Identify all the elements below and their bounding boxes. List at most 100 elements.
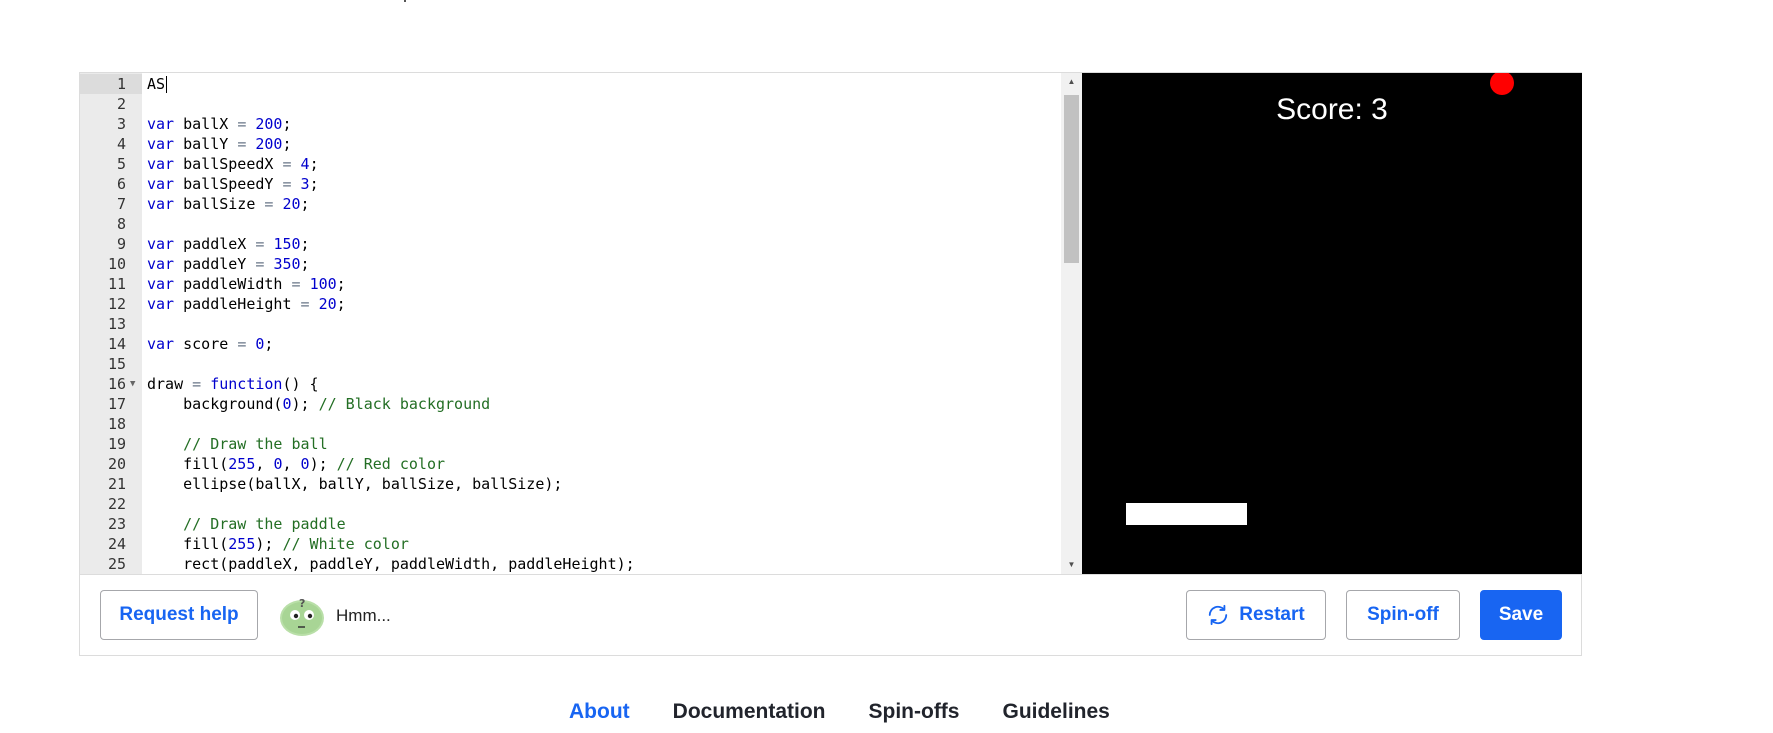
code-token: 0: [282, 395, 292, 413]
tab-documentation[interactable]: Documentation: [673, 697, 826, 727]
code-line[interactable]: 4 var ballY = 200;: [80, 134, 1070, 154]
code-token: 200: [255, 135, 283, 153]
code-line[interactable]: 13: [80, 314, 1070, 334]
line-number: 10: [107, 255, 126, 273]
code-line[interactable]: 18: [80, 414, 1070, 434]
code-token: // Draw the ball: [183, 435, 328, 453]
line-number: 20: [107, 455, 126, 473]
code-token: 350: [273, 255, 301, 273]
code-line[interactable]: 22: [80, 494, 1070, 514]
scroll-down-arrow-icon[interactable]: ▼: [1061, 556, 1082, 574]
code-token: background(: [147, 395, 283, 413]
code-line[interactable]: 5 var ballSpeedX = 4;: [80, 154, 1070, 174]
line-number: 4: [116, 135, 126, 153]
tab-about[interactable]: About: [569, 697, 630, 727]
code-token: =: [237, 135, 247, 153]
line-number: 3: [116, 115, 126, 133]
save-button[interactable]: Save: [1480, 590, 1562, 640]
code-line[interactable]: 7 var ballSize = 20;: [80, 194, 1070, 214]
line-number: 24: [107, 535, 126, 553]
code-token: ballSpeedX: [174, 155, 283, 173]
code-line[interactable]: 24 fill(255); // White color: [80, 534, 1070, 554]
code-line[interactable]: 15: [80, 354, 1070, 374]
code-token: ;: [300, 235, 310, 253]
tab-spin-offs[interactable]: Spin-offs: [869, 697, 960, 727]
code-text: background(0); // Black background: [147, 394, 490, 414]
code-token: 4: [300, 155, 310, 173]
code-text: // Draw the ball: [147, 434, 328, 454]
code-line[interactable]: 1 AS: [80, 74, 1070, 94]
line-number: 16: [107, 375, 126, 393]
code-token: =: [237, 115, 247, 133]
code-line[interactable]: 8: [80, 214, 1070, 234]
code-line[interactable]: 12 var paddleHeight = 20;: [80, 294, 1070, 314]
code-token: ballSpeedY: [174, 175, 283, 193]
line-number: 13: [107, 315, 126, 333]
code-line[interactable]: 3 var ballX = 200;: [80, 114, 1070, 134]
code-text: rect(paddleX, paddleY, paddleWidth, padd…: [147, 554, 635, 574]
code-line[interactable]: 16 ▼ draw = function() {: [80, 374, 1070, 394]
code-text: var ballSize = 20;: [147, 194, 310, 214]
code-token: // Red color: [336, 455, 446, 473]
refresh-icon: [1209, 604, 1228, 626]
code-editor[interactable]: 1 AS 2 3 var ballX = 200; 4 var ballY = 200; 5 v…: [80, 73, 1082, 574]
code-line[interactable]: 23 // Draw the paddle: [80, 514, 1070, 534]
code-text: var paddleWidth = 100;: [147, 274, 346, 294]
code-line[interactable]: 20 fill(255, 0, 0); // Red color: [80, 454, 1070, 474]
code-line[interactable]: 17 background(0); // Black background: [80, 394, 1070, 414]
code-token: var: [147, 155, 175, 173]
scroll-up-arrow-icon[interactable]: ▲: [1061, 73, 1082, 91]
score-text: Score: 3: [1276, 93, 1388, 126]
code-token: AS: [147, 75, 166, 93]
code-token: ;: [336, 275, 346, 293]
code-token: ballSize: [174, 195, 265, 213]
top-fragment: [400, 0, 406, 2]
code-token: 3: [300, 175, 310, 193]
scrollbar-thumb[interactable]: [1064, 95, 1079, 263]
code-token: rect(paddleX, paddleY, paddleWidth, padd…: [147, 555, 635, 573]
request-help-button[interactable]: Request help: [100, 590, 258, 640]
code-token: 20: [282, 195, 301, 213]
status-text: Hmm...: [336, 606, 391, 625]
code-token: var: [147, 235, 175, 253]
editor-scrollbar[interactable]: ▲ ▼: [1061, 73, 1082, 574]
code-line[interactable]: 10 var paddleY = 350;: [80, 254, 1070, 274]
code-line[interactable]: 21 ellipse(ballX, ballY, ballSize, ballS…: [80, 474, 1070, 494]
fold-arrow-icon[interactable]: ▼: [130, 374, 135, 394]
code-token: ;: [264, 335, 274, 353]
code-line[interactable]: 25 rect(paddleX, paddleY, paddleWidth, p…: [80, 554, 1070, 574]
code-line[interactable]: 11 var paddleWidth = 100;: [80, 274, 1070, 294]
line-number: 12: [107, 295, 126, 313]
code-token: =: [237, 335, 247, 353]
spin-off-button[interactable]: Spin-off: [1346, 590, 1460, 640]
code-text: // Draw the paddle: [147, 514, 346, 534]
code-token: =: [291, 275, 301, 293]
tab-guidelines[interactable]: Guidelines: [1002, 697, 1109, 727]
code-line[interactable]: 14 var score = 0;: [80, 334, 1070, 354]
code-line[interactable]: 9 var paddleX = 150;: [80, 234, 1070, 254]
code-text: var score = 0;: [147, 334, 273, 354]
code-text: ellipse(ballX, ballY, ballSize, ballSize…: [147, 474, 562, 494]
code-token: ;: [282, 135, 292, 153]
code-token: var: [147, 135, 175, 153]
code-lines[interactable]: 1 AS 2 3 var ballX = 200; 4 var ballY = 200; 5 v…: [80, 74, 1070, 574]
restart-button[interactable]: Restart: [1186, 590, 1326, 640]
code-token: var: [147, 275, 175, 293]
code-token: =: [192, 375, 202, 393]
code-line[interactable]: 2: [80, 94, 1070, 114]
code-token: // White color: [282, 535, 409, 553]
code-token: 200: [255, 115, 283, 133]
code-token: 255: [228, 535, 256, 553]
code-token: 150: [273, 235, 301, 253]
code-token: // Black background: [318, 395, 491, 413]
code-token: ;: [309, 155, 319, 173]
code-token: () {: [282, 375, 319, 393]
code-line[interactable]: 19 // Draw the ball: [80, 434, 1070, 454]
code-text: draw = function() {: [147, 374, 319, 394]
code-line[interactable]: 6 var ballSpeedY = 3;: [80, 174, 1070, 194]
program-output-canvas[interactable]: Score: 3: [1082, 73, 1582, 574]
code-text: var paddleX = 150;: [147, 234, 310, 254]
